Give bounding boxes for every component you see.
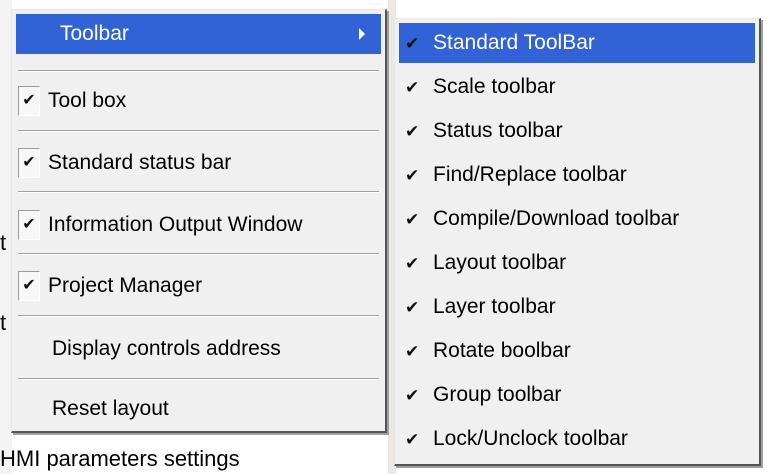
menu-separator [18,253,379,255]
menu-separator [18,315,379,317]
submenu-item-label: Layer toolbar [433,295,556,318]
menu-item-information-output-window[interactable]: ✔ Information Output Window [16,204,381,246]
checkmark-icon: ✔ [405,385,420,405]
view-menu: Toolbar ✔ Tool box ✔ Standard status bar… [11,9,387,433]
checkmark-icon: ✔ [405,253,420,273]
submenu-item-label: Find/Replace toolbar [433,163,627,186]
submenu-item-lock-unlock-toolbar[interactable]: ✔ Lock/Unclock toolbar [399,417,755,461]
submenu-item-standard-toolbar[interactable]: ✔ Standard ToolBar [399,23,755,63]
menu-item-label: Information Output Window [48,213,303,236]
checkmark-icon: ✔ [405,209,420,229]
checkmark-icon: ✔ [405,165,420,185]
submenu-item-scale-toolbar[interactable]: ✔ Scale toolbar [399,65,755,109]
checkmark-icon: ✔ [405,121,420,141]
submenu-item-label: Status toolbar [433,119,563,142]
checkmark-icon: ✔ [405,429,420,449]
submenu-item-group-toolbar[interactable]: ✔ Group toolbar [399,373,755,417]
menu-item-toolbar[interactable]: Toolbar [16,14,381,54]
menu-item-label: Display controls address [52,337,281,360]
checkmark-icon: ✔ [405,341,420,361]
menu-separator [18,378,379,380]
menu-item-standard-status-bar[interactable]: ✔ Standard status bar [16,142,381,184]
submenu-item-status-toolbar[interactable]: ✔ Status toolbar [399,109,755,153]
checkmark-icon: ✔ [18,86,40,116]
background-text-fragment: t [0,310,7,335]
submenu-item-label: Compile/Download toolbar [433,207,680,230]
submenu-item-find-replace-toolbar[interactable]: ✔ Find/Replace toolbar [399,153,755,197]
hmi-parameters-settings-item[interactable]: HMI parameters settings [0,444,240,474]
submenu-item-compile-download-toolbar[interactable]: ✔ Compile/Download toolbar [399,197,755,241]
menu-item-label: Standard status bar [48,151,232,174]
submenu-item-layer-toolbar[interactable]: ✔ Layer toolbar [399,285,755,329]
menu-item-display-controls-address[interactable]: Display controls address [16,328,381,370]
checkmark-icon: ✔ [405,33,420,53]
submenu-item-label: Rotate boolbar [433,339,571,362]
submenu-arrow-icon [359,28,365,40]
background-text-fragment: t [0,230,7,255]
submenu-item-label: Layout toolbar [433,251,567,274]
submenu-item-label: Scale toolbar [433,75,556,98]
checkmark-icon: ✔ [18,271,40,301]
menu-item-label: Reset layout [52,397,169,420]
menu-item-project-manager[interactable]: ✔ Project Manager [16,265,381,307]
menu-separator [18,130,379,132]
menu-separator [18,70,379,72]
menu-item-label: Tool box [48,89,127,112]
checkmark-icon: ✔ [18,148,40,178]
menu-item-tool-box[interactable]: ✔ Tool box [16,80,381,122]
submenu-item-label: Lock/Unclock toolbar [433,427,628,450]
submenu-item-label: Standard ToolBar [433,31,595,54]
submenu-item-layout-toolbar[interactable]: ✔ Layout toolbar [399,241,755,285]
submenu-item-rotate-toolbar[interactable]: ✔ Rotate boolbar [399,329,755,373]
menu-item-reset-layout[interactable]: Reset layout [16,388,381,430]
toolbar-submenu: ✔ Standard ToolBar ✔ Scale toolbar ✔ Sta… [394,18,761,466]
menu-item-label: Project Manager [48,274,203,297]
submenu-item-label: Group toolbar [433,383,562,406]
menu-item-label: Toolbar [60,22,129,45]
checkmark-icon: ✔ [405,297,420,317]
checkmark-icon: ✔ [18,210,40,240]
menu-separator [18,191,379,193]
checkmark-icon: ✔ [405,77,420,97]
